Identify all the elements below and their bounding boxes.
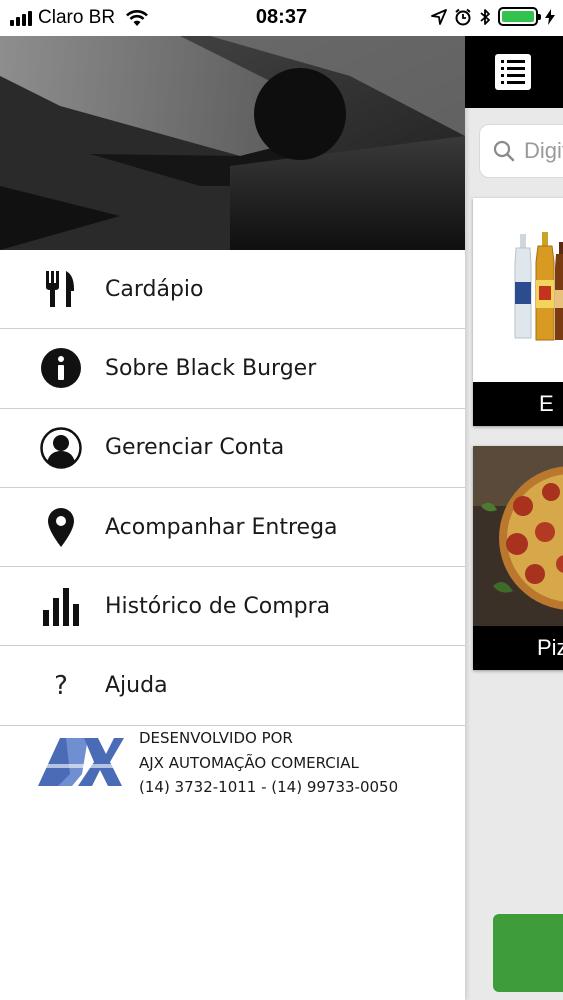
credit-text: DESENVOLVIDO POR AJX AUTOMAÇÃO COMERCIAL… xyxy=(139,726,398,800)
fork-knife-icon xyxy=(38,266,84,312)
developer-credits: DESENVOLVIDO POR AJX AUTOMAÇÃO COMERCIAL… xyxy=(0,726,465,816)
info-icon xyxy=(38,345,84,391)
menu-item-acompanhar-entrega[interactable]: Acompanhar Entrega xyxy=(0,488,465,568)
navigation-drawer: Cardápio Sobre Black Burger Gerenciar Co… xyxy=(0,36,465,1000)
category-label-pizzas: Piz xyxy=(473,626,563,670)
drawer-menu: Cardápio Sobre Black Burger Gerenciar Co… xyxy=(0,250,465,726)
credit-phone: (14) 3732-1011 - (14) 99733-0050 xyxy=(139,778,399,796)
user-icon xyxy=(38,425,84,471)
category-label-bebidas: E xyxy=(473,382,563,426)
menu-list-button[interactable] xyxy=(495,54,531,90)
credit-line-2: AJX AUTOMAÇÃO COMERCIAL xyxy=(139,753,359,772)
menu-item-ajuda[interactable]: ? Ajuda xyxy=(0,646,465,726)
menu-item-cardapio[interactable]: Cardápio xyxy=(0,250,465,330)
status-right xyxy=(431,7,555,26)
drawer-header-image xyxy=(0,36,465,250)
bluetooth-icon xyxy=(480,8,490,25)
battery-icon xyxy=(498,7,541,26)
category-card-bebidas[interactable]: E xyxy=(473,198,563,426)
menu-label-cardapio: Cardápio xyxy=(105,276,204,302)
pizza-image xyxy=(473,446,563,626)
charging-bolt-icon xyxy=(545,8,555,25)
search-icon xyxy=(493,140,515,162)
menu-label-ajuda: Ajuda xyxy=(105,673,168,699)
menu-label-gerenciar-conta: Gerenciar Conta xyxy=(105,435,285,461)
bar-chart-icon xyxy=(38,583,84,629)
menu-item-sobre[interactable]: Sobre Black Burger xyxy=(0,329,465,409)
menu-item-gerenciar-conta[interactable]: Gerenciar Conta xyxy=(0,409,465,488)
bottles-image xyxy=(473,198,563,382)
menu-label-acompanhar-entrega: Acompanhar Entrega xyxy=(105,514,338,540)
menu-label-sobre: Sobre Black Burger xyxy=(105,355,317,381)
cart-button[interactable] xyxy=(493,914,563,992)
battery-level-fill xyxy=(502,11,534,22)
main-content: Digite E xyxy=(465,36,563,1000)
category-card-pizzas[interactable]: Piz xyxy=(473,446,563,670)
location-arrow-icon xyxy=(431,8,447,25)
menu-item-historico[interactable]: Histórico de Compra xyxy=(0,567,465,647)
search-placeholder: Digite xyxy=(524,138,563,163)
alarm-clock-icon xyxy=(455,8,471,25)
search-input[interactable]: Digite xyxy=(479,124,563,178)
menu-label-historico: Histórico de Compra xyxy=(105,593,331,619)
question-mark-icon: ? xyxy=(54,670,68,701)
map-pin-icon xyxy=(38,504,84,550)
status-bar: Claro BR 08:37 xyxy=(0,0,563,36)
ajx-logo xyxy=(38,738,124,786)
app-top-bar xyxy=(465,36,563,108)
credit-line-1: DESENVOLVIDO POR xyxy=(139,729,293,747)
